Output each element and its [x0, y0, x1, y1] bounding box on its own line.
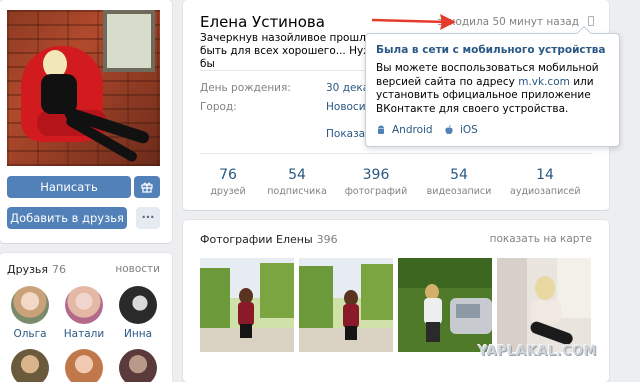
android-link[interactable]: Android	[376, 124, 433, 136]
friend-avatar	[65, 349, 103, 382]
friend-name: Инна	[123, 328, 153, 340]
friend-item[interactable]	[62, 349, 106, 382]
show-on-map-link[interactable]: показать на карте	[490, 233, 592, 245]
friend-item[interactable]: Инна	[116, 286, 160, 340]
stat-audio[interactable]: 14 аудиозаписей	[510, 167, 581, 197]
friends-news-link[interactable]: новости	[115, 263, 160, 275]
watermark: YAPLAKAL.COM	[478, 344, 597, 359]
send-message-button[interactable]: Написать сообщение	[7, 176, 131, 216]
mobile-phone-icon	[588, 16, 594, 26]
tooltip-title: Была в сети с мобильного устройства	[376, 44, 606, 56]
friend-item[interactable]	[116, 349, 160, 382]
friend-avatar	[11, 349, 49, 382]
friends-title[interactable]: Друзья 76	[7, 263, 66, 276]
stat-photos[interactable]: 396 фотографий	[341, 167, 411, 197]
apple-icon	[445, 125, 453, 135]
photos-count: 396	[316, 233, 338, 246]
android-icon	[378, 125, 384, 134]
red-arrow-annotation	[371, 14, 456, 30]
photo-thumbnail[interactable]	[200, 258, 294, 352]
stat-friends[interactable]: 76 друзей	[193, 167, 263, 197]
friend-item[interactable]: Натали	[62, 286, 106, 340]
photo-image	[497, 258, 591, 352]
friend-avatar	[65, 286, 103, 324]
photo-thumbnail[interactable]	[497, 258, 591, 352]
add-friend-button[interactable]: Добавить в друзья	[7, 207, 127, 229]
photo-thumbnail[interactable]	[299, 258, 393, 352]
tooltip-text: Вы можете воспользоваться мобильной верс…	[376, 62, 599, 115]
friends-block: Друзья 76 новости Ольга Натали Инна	[0, 253, 172, 382]
gift-button[interactable]	[134, 176, 160, 198]
photo-image	[200, 258, 294, 352]
photo-image	[299, 258, 393, 352]
friend-avatar	[11, 286, 49, 324]
profile-status[interactable]: Зачеркнув назойливое прошлое... быть для…	[200, 32, 390, 71]
mobile-online-tooltip: Была в сети с мобильного устройства Вы м…	[365, 25, 620, 147]
city-label: Город:	[200, 101, 237, 113]
profile-avatar[interactable]	[7, 10, 160, 166]
divider	[200, 153, 592, 154]
birthday-label: День рождения:	[200, 82, 291, 94]
photo-thumbnail[interactable]	[398, 258, 492, 352]
friend-name: Натали	[63, 328, 105, 340]
gift-icon	[141, 182, 153, 193]
profile-name: Елена Устинова	[200, 13, 325, 31]
friends-count: 76	[52, 263, 67, 276]
profile-photo-card: Написать сообщение Добавить в друзья ···	[0, 0, 172, 243]
photos-title[interactable]: Фотографии Елены 396	[200, 233, 338, 246]
stat-videos[interactable]: 54 видеозаписи	[424, 167, 494, 197]
stat-followers[interactable]: 54 подписчика	[262, 167, 332, 197]
more-actions-button[interactable]: ···	[136, 207, 160, 229]
mobile-site-link[interactable]: m.vk.com	[518, 76, 570, 88]
friend-name: Ольга	[13, 328, 47, 340]
ios-link[interactable]: iOS	[444, 124, 478, 136]
photo-image	[398, 258, 492, 352]
friend-item[interactable]	[8, 349, 52, 382]
friend-item[interactable]: Ольга	[8, 286, 52, 340]
friend-avatar	[119, 286, 157, 324]
friend-avatar	[119, 349, 157, 382]
